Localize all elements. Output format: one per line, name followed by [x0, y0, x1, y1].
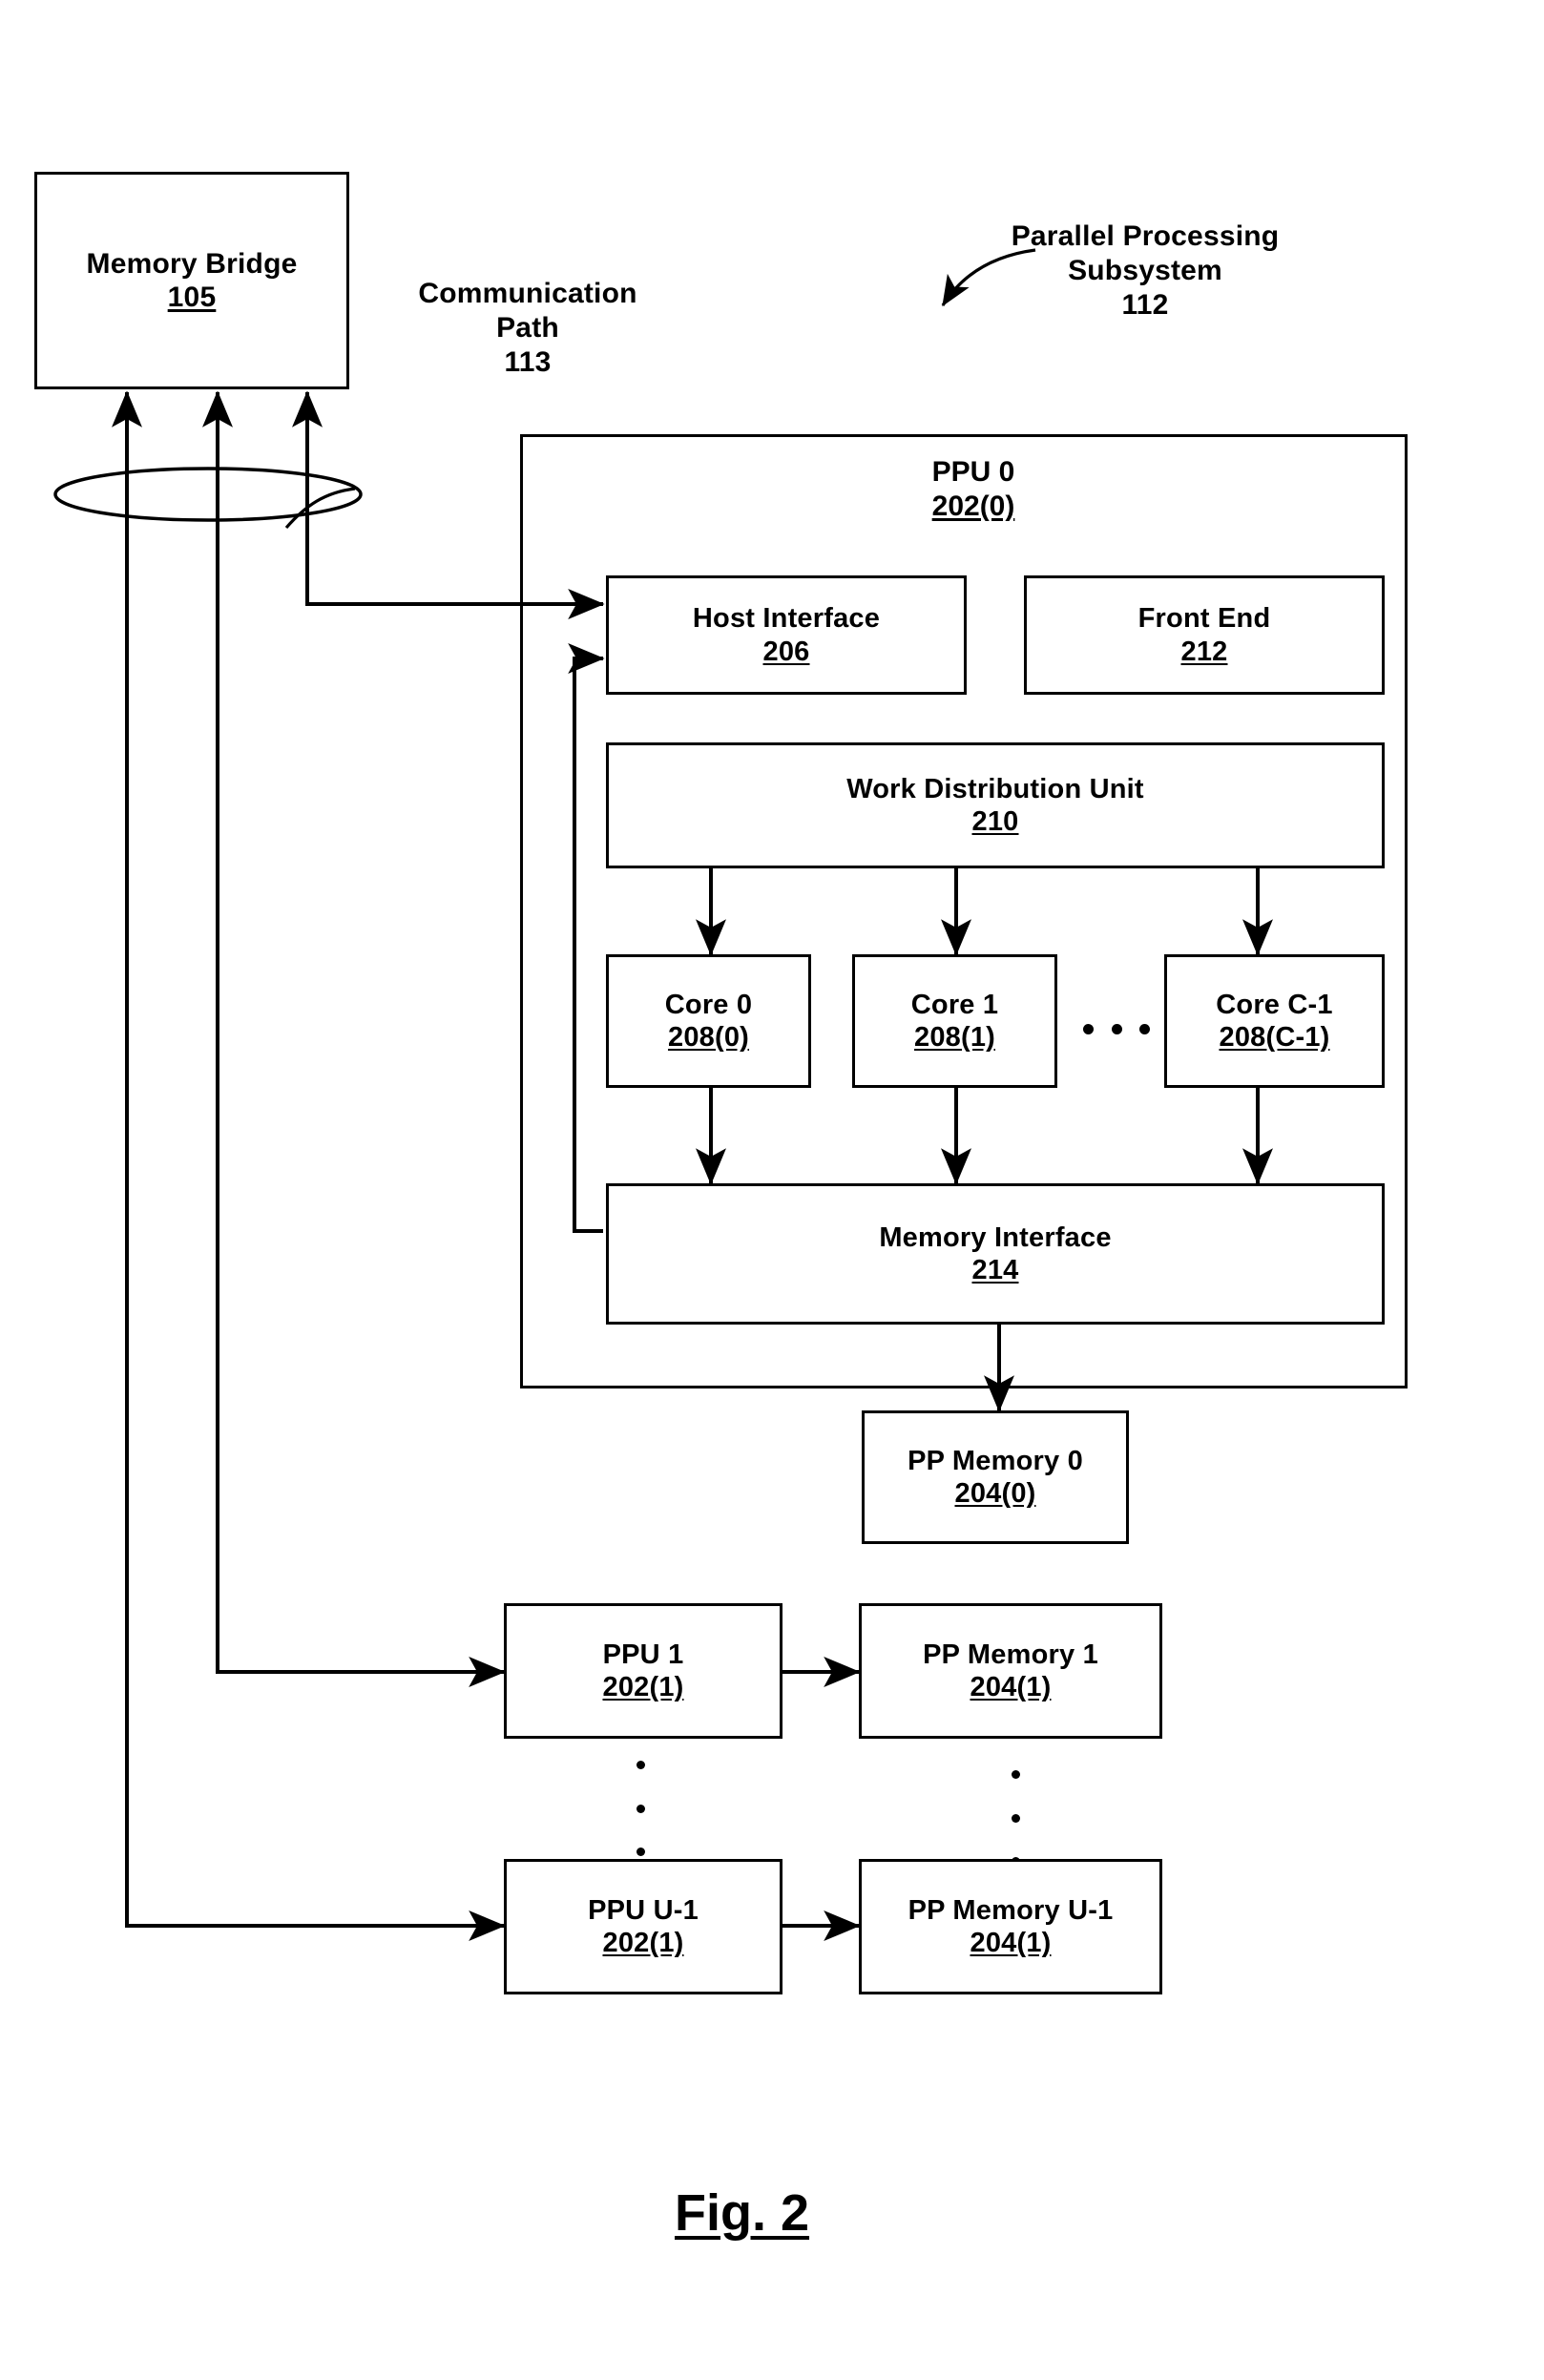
pp-memory-u-1-number: 204(1) [970, 1928, 1052, 1958]
pp-memory-column-ellipsis [1012, 1770, 1020, 1866]
host-interface-title: Host Interface [692, 603, 881, 635]
ppu0-title-group: PPU 0 202(0) [859, 455, 1088, 524]
host-interface-number: 206 [762, 636, 810, 667]
pp-memory-u-1-title: PP Memory U-1 [908, 1894, 1114, 1926]
core-0-block: Core 0 208(0) [606, 954, 811, 1088]
front-end-title: Front End [1137, 603, 1271, 635]
pp-memory-0-block: PP Memory 0 204(0) [862, 1410, 1129, 1544]
memory-interface-title: Memory Interface [879, 1221, 1112, 1253]
ppu-u-1-title: PPU U-1 [588, 1894, 699, 1926]
core-ellipsis [1083, 1024, 1150, 1034]
work-distribution-unit-number: 210 [971, 806, 1019, 837]
ppu0-number: 202(0) [931, 491, 1015, 522]
work-distribution-unit-block: Work Distribution Unit 210 [606, 742, 1385, 868]
memory-interface-number: 214 [971, 1255, 1019, 1285]
core-0-title: Core 0 [664, 989, 753, 1020]
core-c-1-number: 208(C-1) [1219, 1022, 1330, 1053]
front-end-block: Front End 212 [1024, 575, 1385, 695]
work-distribution-unit-title: Work Distribution Unit [846, 773, 1144, 804]
pp-memory-1-title: PP Memory 1 [923, 1639, 1098, 1670]
core-c-1-title: Core C-1 [1216, 989, 1333, 1020]
ppu-column-ellipsis [636, 1761, 645, 1856]
core-c-1-block: Core C-1 208(C-1) [1164, 954, 1385, 1088]
ppu-1-number: 202(1) [602, 1672, 684, 1702]
ppu-1-block: PPU 1 202(1) [504, 1603, 782, 1739]
host-interface-block: Host Interface 206 [606, 575, 967, 695]
memory-bridge-number: 105 [167, 282, 217, 313]
pp-memory-0-title: PP Memory 0 [908, 1445, 1083, 1476]
communication-path-label: Communication Path 113 [418, 278, 637, 378]
core-0-number: 208(0) [667, 1022, 750, 1053]
front-end-number: 212 [1180, 636, 1228, 667]
ppu-1-title: PPU 1 [602, 1639, 684, 1670]
pp-memory-u-1-block: PP Memory U-1 204(1) [859, 1859, 1162, 1994]
figure-caption: Fig. 2 [675, 2184, 810, 2242]
core-1-number: 208(1) [913, 1022, 996, 1053]
memory-bridge-title: Memory Bridge [86, 247, 298, 280]
pp-memory-1-number: 204(1) [970, 1672, 1052, 1702]
core-1-title: Core 1 [910, 989, 999, 1020]
pp-memory-0-number: 204(0) [954, 1478, 1036, 1509]
core-1-block: Core 1 208(1) [852, 954, 1057, 1088]
pp-memory-1-block: PP Memory 1 204(1) [859, 1603, 1162, 1739]
parallel-processing-subsystem-label: Parallel Processing Subsystem 112 [1011, 220, 1280, 321]
memory-bridge-block: Memory Bridge 105 [34, 172, 349, 389]
memory-interface-block: Memory Interface 214 [606, 1183, 1385, 1325]
patent-figure-2: Memory Bridge 105 Communication Path 113… [0, 0, 1544, 2380]
ppu-u-1-block: PPU U-1 202(1) [504, 1859, 782, 1994]
ppu0-title: PPU 0 [931, 456, 1015, 488]
ppu-u-1-number: 202(1) [602, 1928, 684, 1958]
